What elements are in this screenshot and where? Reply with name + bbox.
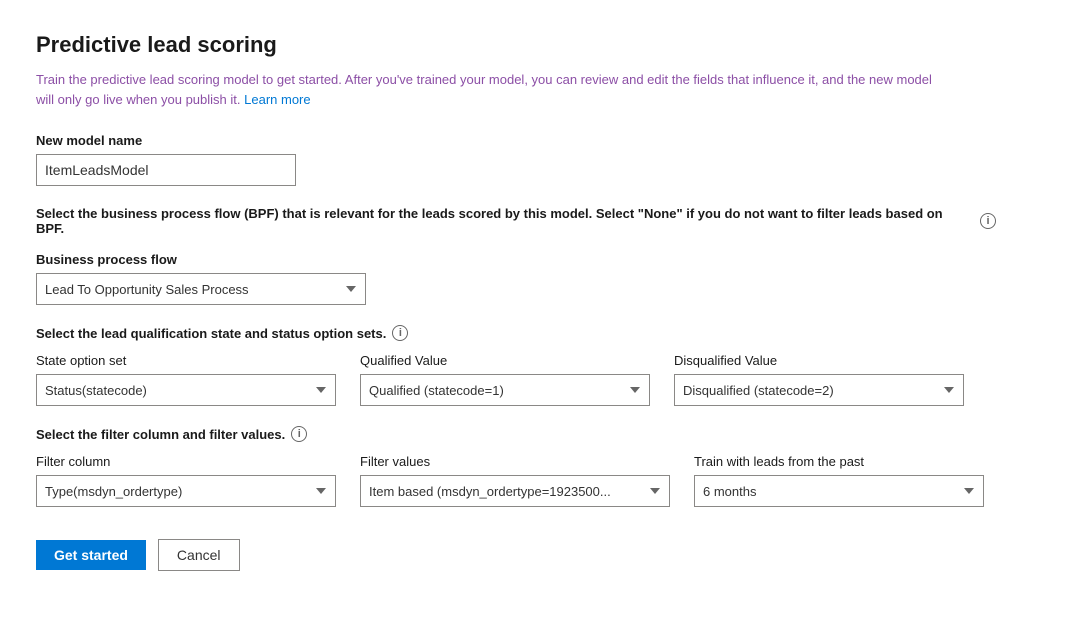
page-title: Predictive lead scoring — [36, 32, 1041, 58]
disqualified-value-col: Disqualified Value Disqualified (stateco… — [674, 353, 964, 406]
filter-fields: Filter column Type(msdyn_ordertype) Filt… — [36, 454, 1041, 507]
qualified-value-label: Qualified Value — [360, 353, 650, 368]
filter-values-dropdown[interactable]: Item based (msdyn_ordertype=1923500... — [360, 475, 670, 507]
learn-more-link[interactable]: Learn more — [244, 92, 310, 107]
qualified-value-col: Qualified Value Qualified (statecode=1) — [360, 353, 650, 406]
model-name-label: New model name — [36, 133, 1041, 148]
state-option-set-dropdown[interactable]: Status(statecode) — [36, 374, 336, 406]
disqualified-select-wrapper: Disqualified (statecode=2) — [674, 374, 964, 406]
lead-qualification-label: Select the lead qualification state and … — [36, 326, 386, 341]
filter-section-label: Select the filter column and filter valu… — [36, 427, 285, 442]
description-part1: Train the predictive lead scoring model … — [36, 72, 932, 107]
disqualified-value-label: Disqualified Value — [674, 353, 964, 368]
train-leads-label: Train with leads from the past — [694, 454, 984, 469]
state-option-set-label: State option set — [36, 353, 336, 368]
bpf-info-label: Select the business process flow (BPF) t… — [36, 206, 974, 236]
get-started-button[interactable]: Get started — [36, 540, 146, 570]
button-row: Get started Cancel — [36, 539, 1041, 571]
state-select-wrapper: Status(statecode) — [36, 374, 336, 406]
bpf-section: Business process flow Lead To Opportunit… — [36, 252, 1041, 305]
filter-column-col: Filter column Type(msdyn_ordertype) — [36, 454, 336, 507]
filter-column-label: Filter column — [36, 454, 336, 469]
qualified-select-wrapper: Qualified (statecode=1) — [360, 374, 650, 406]
bpf-label: Business process flow — [36, 252, 1041, 267]
disqualified-value-dropdown[interactable]: Disqualified (statecode=2) — [674, 374, 964, 406]
bpf-info-icon[interactable]: i — [980, 213, 996, 229]
bpf-info-text: Select the business process flow (BPF) t… — [36, 206, 996, 236]
lead-qualification-fields: State option set Status(statecode) Quali… — [36, 353, 1041, 406]
filter-info-icon[interactable]: i — [291, 426, 307, 442]
filter-section-header: Select the filter column and filter valu… — [36, 426, 1041, 442]
bpf-select-wrapper: Lead To Opportunity Sales Process None — [36, 273, 366, 305]
filter-section: Select the filter column and filter valu… — [36, 426, 1041, 507]
train-leads-dropdown[interactable]: 6 months 3 months 12 months — [694, 475, 984, 507]
bpf-dropdown[interactable]: Lead To Opportunity Sales Process None — [36, 273, 366, 305]
lead-qualification-section: Select the lead qualification state and … — [36, 325, 1041, 406]
lead-qualification-info-icon[interactable]: i — [392, 325, 408, 341]
model-name-input[interactable] — [36, 154, 296, 186]
state-option-set-col: State option set Status(statecode) — [36, 353, 336, 406]
page-container: Predictive lead scoring Train the predic… — [0, 0, 1077, 622]
model-name-section: New model name — [36, 133, 1041, 186]
description-text: Train the predictive lead scoring model … — [36, 70, 936, 109]
filter-values-label: Filter values — [360, 454, 670, 469]
filter-values-wrapper: Item based (msdyn_ordertype=1923500... — [360, 475, 670, 507]
lead-qualification-header: Select the lead qualification state and … — [36, 325, 1041, 341]
train-leads-col: Train with leads from the past 6 months … — [694, 454, 984, 507]
filter-column-dropdown[interactable]: Type(msdyn_ordertype) — [36, 475, 336, 507]
cancel-button[interactable]: Cancel — [158, 539, 240, 571]
filter-values-col: Filter values Item based (msdyn_ordertyp… — [360, 454, 670, 507]
train-leads-wrapper: 6 months 3 months 12 months — [694, 475, 984, 507]
qualified-value-dropdown[interactable]: Qualified (statecode=1) — [360, 374, 650, 406]
filter-column-wrapper: Type(msdyn_ordertype) — [36, 475, 336, 507]
